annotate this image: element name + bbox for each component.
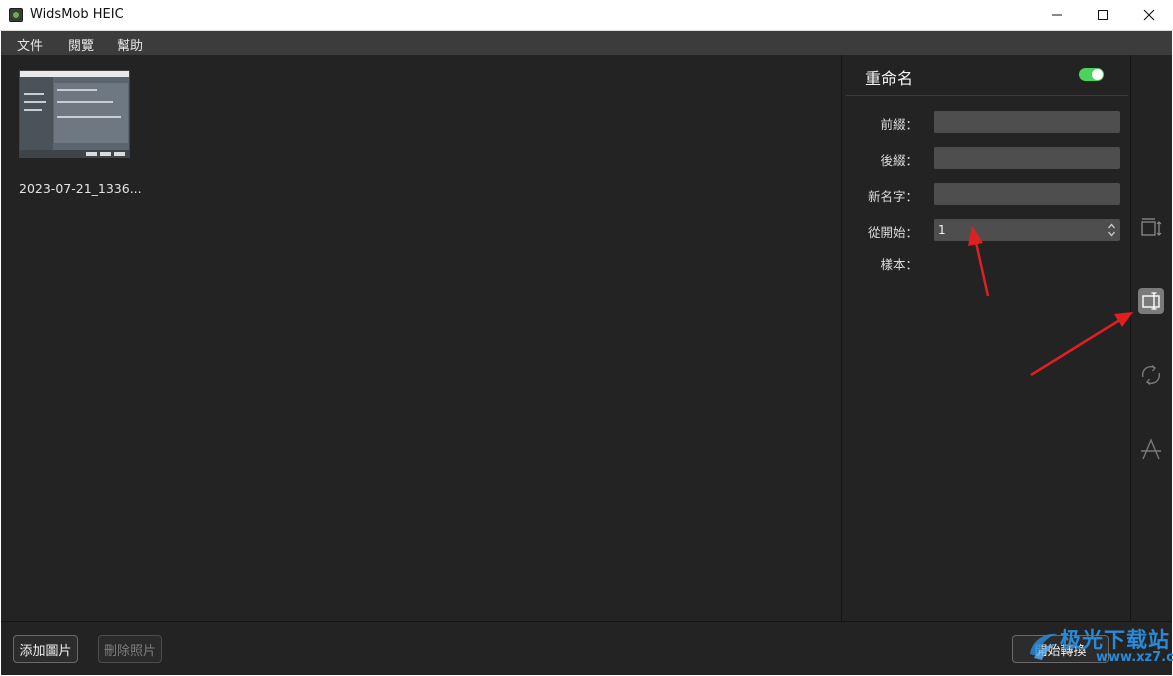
suffix-input[interactable] [934,147,1120,169]
menu-file[interactable]: 文件 [17,35,43,54]
window-title: WidsMob HEIC [30,7,124,22]
panel-title: 重命名 [865,69,914,88]
start-from-stepper[interactable]: 1 [934,219,1120,241]
close-icon [1143,9,1155,21]
maximize-button[interactable] [1080,0,1126,30]
menu-view[interactable]: 閱覽 [68,35,94,54]
rename-tool-button[interactable] [1138,288,1164,314]
main-area: 2023-07-21_1336... 重命名 前綴： 後綴： 新名字： 從開始：… [1,55,1172,621]
app-logo-icon [9,8,23,22]
resize-icon [1141,218,1162,236]
start-convert-button[interactable]: 開始轉換 [1012,635,1109,663]
close-button[interactable] [1126,0,1172,30]
menu-help[interactable]: 幫助 [117,35,143,54]
stepper-arrows-icon[interactable] [1107,222,1116,238]
resize-tool-button[interactable] [1136,213,1166,243]
sample-label: 樣本： [880,257,918,272]
image-thumbnail[interactable] [19,70,130,158]
start-from-value: 1 [938,223,946,237]
rotate-icon [1141,365,1161,385]
new-name-label: 新名字： [867,189,918,204]
rename-icon [1142,292,1160,310]
menu-bar: 文件 閱覽 幫助 [1,31,1172,55]
title-bar: WidsMob HEIC [0,0,1173,31]
watermark-icon [1141,438,1161,460]
tool-rail [1130,55,1172,621]
new-name-input[interactable] [934,183,1120,205]
suffix-label: 後綴： [880,153,918,168]
watermark-tool-button[interactable] [1136,434,1166,464]
add-images-button[interactable]: 添加圖片 [13,635,78,663]
bottom-bar: 添加圖片 刪除照片 開始轉換 [1,621,1172,675]
rotate-tool-button[interactable] [1136,360,1166,390]
thumbnail-filename: 2023-07-21_1336... [19,181,142,196]
minimize-button[interactable] [1034,0,1080,30]
minimize-icon [1052,14,1062,16]
prefix-label: 前綴： [880,117,918,132]
panel-divider [846,95,1128,96]
start-from-label: 從開始： [867,225,918,240]
rename-enable-toggle[interactable] [1079,68,1104,81]
rename-panel: 重命名 前綴： 後綴： 新名字： 從開始： 1 樣本： [841,55,1130,621]
maximize-icon [1098,10,1108,20]
delete-photos-button[interactable]: 刪除照片 [98,635,162,663]
prefix-input[interactable] [934,111,1120,133]
